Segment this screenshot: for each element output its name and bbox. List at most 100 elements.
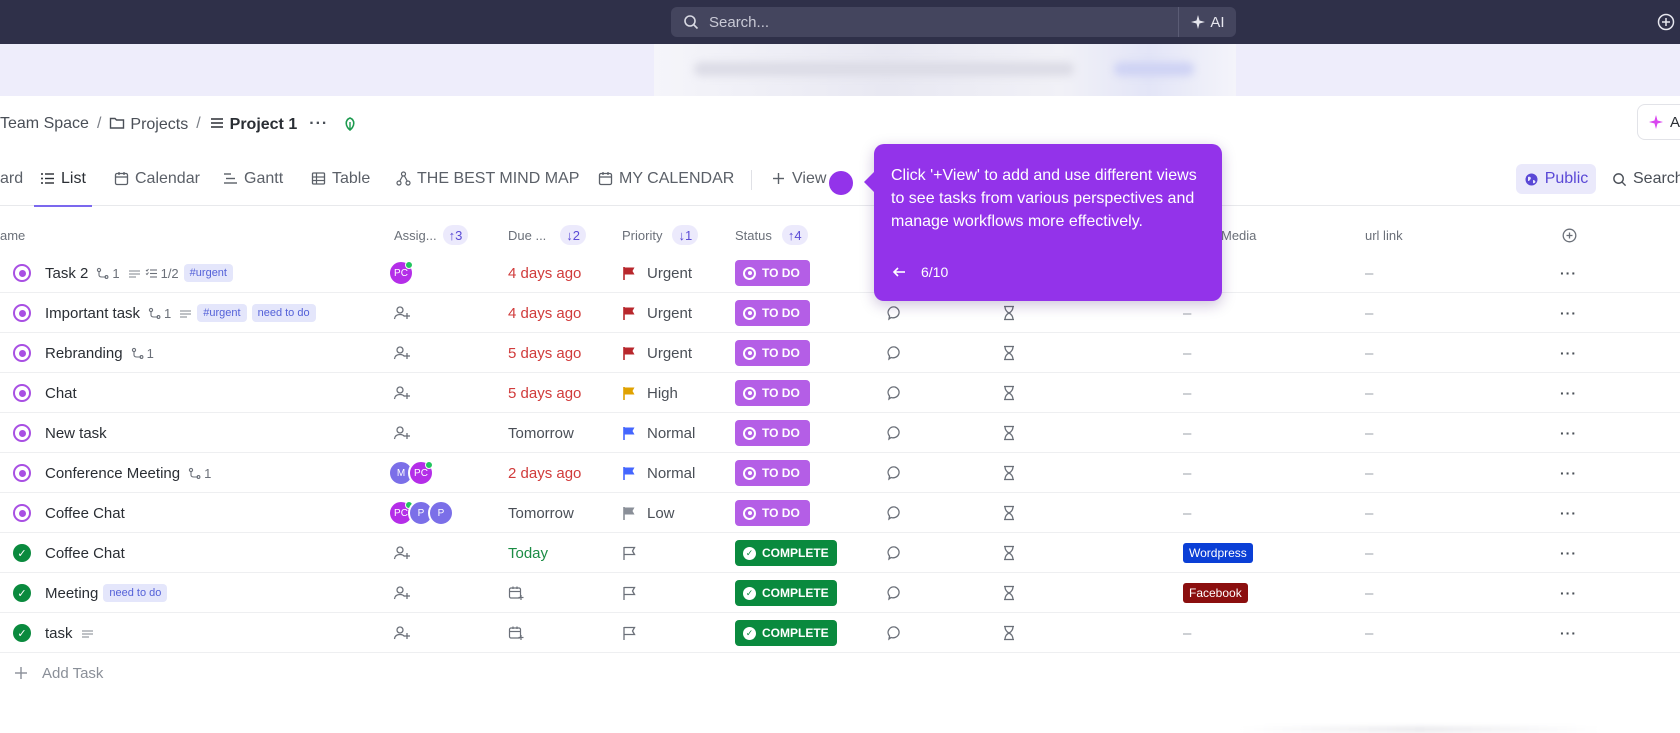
hourglass-icon[interactable]	[1002, 425, 1016, 441]
status-badge[interactable]: ✓ COMPLETE	[735, 580, 837, 606]
breadcrumb-folder[interactable]: Projects	[109, 115, 188, 134]
row-more-button[interactable]: ···	[1560, 613, 1577, 653]
url-cell[interactable]: –	[1365, 413, 1373, 453]
subtask-count[interactable]: 1	[96, 266, 120, 281]
status-complete-icon[interactable]: ✓	[13, 624, 31, 642]
status-open-icon[interactable]	[13, 384, 31, 402]
status-cell[interactable]: TO DO	[735, 413, 810, 453]
comment-icon[interactable]	[887, 305, 903, 321]
url-cell[interactable]: –	[1365, 373, 1373, 413]
priority-flag-empty-icon[interactable]	[622, 546, 637, 561]
due-date-cell[interactable]: 4 days ago	[508, 293, 581, 333]
walkthrough-hotspot[interactable]	[829, 171, 853, 195]
row-more-button[interactable]: ···	[1560, 533, 1577, 573]
add-task-button[interactable]: Add Task	[14, 659, 103, 687]
breadcrumb-list[interactable]: Project 1	[209, 115, 297, 134]
assignee-cell[interactable]	[388, 613, 411, 653]
comment-icon[interactable]	[887, 345, 903, 361]
table-row[interactable]: ✓ Coffee Chat Today ✓ COMPLETE Wordpress – ···	[0, 533, 1680, 573]
column-header-due-date[interactable]: Due ... ↓ 2	[508, 218, 587, 252]
task-name-cell[interactable]: Rebranding 1	[45, 333, 154, 373]
subtask-count[interactable]: 1	[148, 306, 171, 321]
row-more-button[interactable]: ···	[1560, 373, 1577, 413]
task-name-cell[interactable]: Meeting need to do	[45, 573, 168, 613]
status-open-icon[interactable]	[13, 344, 31, 362]
subtask-count[interactable]: 1	[188, 466, 211, 481]
checklist-progress[interactable]: 1/2	[145, 266, 179, 281]
status-badge[interactable]: TO DO	[735, 300, 810, 326]
column-header-media[interactable]: Media	[1221, 218, 1256, 252]
assignee-cell[interactable]	[388, 533, 411, 573]
hourglass-icon[interactable]	[1002, 505, 1016, 521]
table-row[interactable]: Chat 5 days ago High TO DO – – ···	[0, 373, 1680, 413]
column-header-name[interactable]: ame	[0, 218, 25, 252]
leaf-icon[interactable]	[342, 116, 358, 132]
avatar[interactable]: P	[428, 500, 454, 526]
url-cell[interactable]: –	[1365, 613, 1373, 653]
priority-cell[interactable]: Low	[622, 493, 675, 533]
task-tag[interactable]: #urgent	[197, 304, 247, 322]
assignee-cell[interactable]: PC P P	[388, 493, 454, 533]
status-complete-icon[interactable]: ✓	[13, 544, 31, 562]
priority-cell[interactable]: Urgent	[622, 253, 692, 293]
comment-icon[interactable]	[887, 585, 903, 601]
media-cell[interactable]: –	[1183, 333, 1191, 373]
subtask-count[interactable]: 1	[131, 346, 154, 361]
row-more-button[interactable]: ···	[1560, 253, 1577, 293]
row-more-button[interactable]: ···	[1560, 413, 1577, 453]
assignee-cell[interactable]	[388, 573, 411, 613]
comment-icon[interactable]	[887, 625, 903, 641]
priority-cell[interactable]: Urgent	[622, 333, 692, 373]
due-date-cell[interactable]	[508, 613, 524, 653]
tab-my-calendar[interactable]: MY CALENDAR	[598, 151, 734, 206]
media-cell[interactable]: –	[1183, 373, 1191, 413]
task-tag[interactable]: need to do	[103, 584, 168, 602]
add-column-button[interactable]	[1562, 218, 1577, 252]
due-date-cell[interactable]: 5 days ago	[508, 373, 581, 413]
url-cell[interactable]: –	[1365, 253, 1373, 293]
table-row[interactable]: Important task 1 #urgent need to do 4 days a…	[0, 293, 1680, 333]
url-cell[interactable]: –	[1365, 533, 1373, 573]
calendar-add-icon[interactable]	[508, 585, 524, 601]
status-open-icon[interactable]	[13, 264, 31, 282]
url-cell[interactable]: –	[1365, 493, 1373, 533]
task-name-cell[interactable]: Conference Meeting 1	[45, 453, 211, 493]
column-header-assignee[interactable]: Assig... ↑ 3	[394, 218, 469, 252]
status-cell[interactable]: TO DO	[735, 373, 810, 413]
assignee-cell[interactable]	[388, 293, 411, 333]
table-row[interactable]: Rebranding 1 5 days ago Urgent TO DO – – ···	[0, 333, 1680, 373]
table-row[interactable]: ✓ Meeting need to do ✓ COMPLETE Facebook – ···	[0, 573, 1680, 613]
status-badge[interactable]: TO DO	[735, 500, 810, 526]
tab-table[interactable]: Table	[311, 151, 370, 206]
tab-list[interactable]: List	[34, 151, 92, 207]
row-more-button[interactable]: ···	[1560, 493, 1577, 533]
table-row[interactable]: ✓ task ✓ COMPLETE – – ···	[0, 613, 1680, 653]
media-cell[interactable]: –	[1183, 613, 1191, 653]
table-row[interactable]: Conference Meeting 1 M PC 2 days ago Normal TO…	[0, 453, 1680, 493]
status-cell[interactable]: ✓ COMPLETE	[735, 573, 837, 613]
due-date-cell[interactable]: Today	[508, 533, 548, 573]
media-cell[interactable]: Facebook	[1183, 573, 1248, 613]
task-name-cell[interactable]: Chat	[45, 373, 77, 413]
row-more-button[interactable]: ···	[1560, 453, 1577, 493]
status-complete-icon[interactable]: ✓	[13, 584, 31, 602]
breadcrumb-space[interactable]: Team Space	[0, 115, 89, 133]
sort-pill[interactable]: ↑ 4	[781, 225, 808, 245]
due-date-cell[interactable]: 5 days ago	[508, 333, 581, 373]
public-share-button[interactable]: Public	[1516, 164, 1596, 194]
url-cell[interactable]: –	[1365, 293, 1373, 333]
add-assignee-icon[interactable]	[393, 384, 411, 402]
media-cell[interactable]: –	[1183, 453, 1191, 493]
column-header-url[interactable]: url link	[1365, 218, 1403, 252]
breadcrumb-more-button[interactable]: ···	[309, 115, 328, 133]
column-header-status[interactable]: Status ↑ 4	[735, 218, 808, 252]
assignee-cell[interactable]: PC	[388, 253, 414, 293]
ask-ai-button[interactable]: A	[1637, 104, 1680, 140]
status-open-icon[interactable]	[13, 304, 31, 322]
assignee-cell[interactable]	[388, 413, 411, 453]
priority-cell[interactable]: Normal	[622, 413, 695, 453]
hourglass-icon[interactable]	[1002, 305, 1016, 321]
comment-icon[interactable]	[887, 545, 903, 561]
sort-pill[interactable]: ↓ 2	[560, 225, 587, 245]
row-more-button[interactable]: ···	[1560, 293, 1577, 333]
